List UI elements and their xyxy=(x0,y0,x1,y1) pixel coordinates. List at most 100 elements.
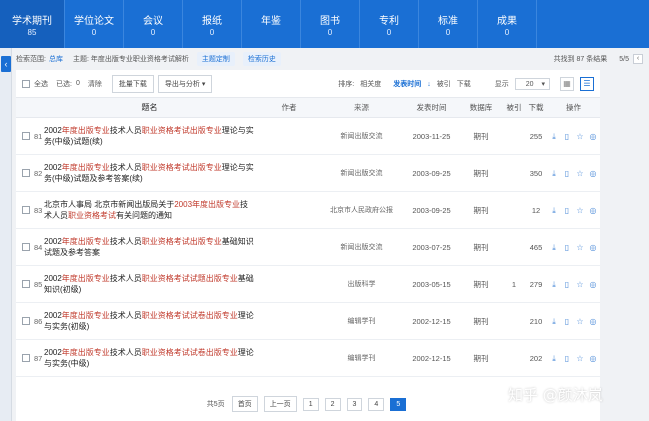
scope-value[interactable]: 总库 xyxy=(49,54,63,64)
read-icon[interactable]: ▯ xyxy=(563,206,572,215)
nav-tab-label: 成果 xyxy=(497,16,517,27)
sort-cite[interactable]: 被引 xyxy=(437,79,451,89)
chevron-left-icon[interactable]: ‹ xyxy=(633,54,643,64)
top-category-nav: 学术期刊 85 学位论文 0 会议 0 报纸 0 年鉴 图书 0 专利 0 标准… xyxy=(0,0,649,48)
nav-tab-journals[interactable]: 学术期刊 85 xyxy=(0,0,65,48)
title-part: 北京市人事局 北京市新闻出版局关于 xyxy=(44,200,175,209)
read-icon[interactable]: ▯ xyxy=(563,132,572,141)
first-page-button[interactable]: 首页 xyxy=(231,396,258,412)
row-title-link[interactable]: 2002年度出版专业技术人员职业资格考试出版专业基础知识试题及参考答案 xyxy=(44,236,259,258)
quote-icon[interactable]: ◎ xyxy=(589,280,598,289)
topic-custom-button[interactable]: 主题定制 xyxy=(196,52,235,66)
nav-tab-yearbooks[interactable]: 年鉴 xyxy=(242,0,301,48)
clear-button[interactable]: 清除 xyxy=(88,79,102,89)
export-analysis-button[interactable]: 导出与分析 ▾ xyxy=(157,74,213,93)
read-icon[interactable]: ▯ xyxy=(563,280,572,289)
page-3-button[interactable]: 3 xyxy=(346,397,363,411)
row-title-link[interactable]: 2002年度出版专业技术人员职业资格考试出版专业理论与实务(中级)试题(续) xyxy=(44,125,259,147)
row-checkbox[interactable] xyxy=(22,280,30,288)
row-checkbox[interactable] xyxy=(22,132,30,140)
quote-icon[interactable]: ◎ xyxy=(589,354,598,363)
row-source[interactable]: 北京市人民政府公报 xyxy=(319,205,404,215)
star-icon[interactable]: ☆ xyxy=(576,354,585,363)
row-checkbox[interactable] xyxy=(22,317,30,325)
row-title-link[interactable]: 2002年度出版专业技术人员职业资格考试试题出版专业基础知识(初级) xyxy=(44,273,259,295)
read-icon[interactable]: ▯ xyxy=(563,317,572,326)
nav-tab-newspapers[interactable]: 报纸 0 xyxy=(183,0,242,48)
row-checkbox[interactable] xyxy=(22,354,30,362)
row-cite[interactable]: 1 xyxy=(503,280,525,289)
page-4-button[interactable]: 4 xyxy=(368,397,385,411)
page-1-button[interactable]: 1 xyxy=(302,397,319,411)
read-icon[interactable]: ▯ xyxy=(563,169,572,178)
quote-icon[interactable]: ◎ xyxy=(589,317,598,326)
table-row: 85 2002年度出版专业技术人员职业资格考试试题出版专业基础知识(初级) 出版科学… xyxy=(16,266,600,303)
quote-icon[interactable]: ◎ xyxy=(589,206,598,215)
list-view-icon[interactable]: ☰ xyxy=(580,76,594,91)
star-icon[interactable]: ☆ xyxy=(576,206,585,215)
row-date: 2003-11-25 xyxy=(412,131,451,141)
row-checkbox[interactable] xyxy=(22,169,30,177)
download-icon[interactable]: ⤓ xyxy=(550,317,559,326)
row-source[interactable]: 编辑学刊 xyxy=(319,316,404,326)
download-icon[interactable]: ⤓ xyxy=(550,132,559,141)
quote-icon[interactable]: ◎ xyxy=(589,169,598,178)
read-icon[interactable]: ▯ xyxy=(563,354,572,363)
prev-page-button[interactable]: 上一页 xyxy=(263,396,297,412)
row-db: 期刊 xyxy=(473,279,489,289)
star-icon[interactable]: ☆ xyxy=(576,317,585,326)
sort-date[interactable]: 发表时间 ↓ xyxy=(387,79,431,89)
page-2-button[interactable]: 2 xyxy=(324,397,341,411)
chevron-down-icon: ▾ xyxy=(541,80,545,88)
quote-icon[interactable]: ◎ xyxy=(589,132,598,141)
sort-download[interactable]: 下载 xyxy=(457,79,471,89)
row-checkbox[interactable] xyxy=(22,243,30,251)
batch-download-button[interactable]: 批量下载 xyxy=(111,74,154,93)
row-title-link[interactable]: 2002年度出版专业技术人员职业资格考试出版专业理论与实务(中级)试题及参考答案… xyxy=(44,162,259,184)
grid-view-icon[interactable]: ▦ xyxy=(560,76,574,91)
search-scope-bar: 检索范围: 总库 主题: 年度出版专业职业资格考试解析 主题定制 检索历史 共找… xyxy=(16,50,643,68)
chevron-left-icon[interactable]: ‹ xyxy=(1,56,11,72)
page-5-button[interactable]: 5 xyxy=(390,397,407,411)
quote-icon[interactable]: ◎ xyxy=(589,243,598,252)
export-analysis-label: 导出与分析 xyxy=(164,80,200,88)
row-title-link[interactable]: 2002年度出版专业技术人员职业资格考试试卷出版专业理论与实务(初级) xyxy=(44,310,259,332)
row-source[interactable]: 出版科学 xyxy=(319,279,404,289)
nav-tab-books[interactable]: 图书 0 xyxy=(301,0,360,48)
star-icon[interactable]: ☆ xyxy=(576,243,585,252)
page-size-select[interactable]: 20 ▾ xyxy=(514,77,550,90)
download-icon[interactable]: ⤓ xyxy=(550,280,559,289)
row-download-count: 210 xyxy=(529,316,543,326)
star-icon[interactable]: ☆ xyxy=(576,280,585,289)
nav-tab-achievements[interactable]: 成果 0 xyxy=(478,0,537,48)
row-source[interactable]: 编辑学刊 xyxy=(319,353,404,363)
nav-tab-patents[interactable]: 专利 0 xyxy=(360,0,419,48)
nav-tab-theses[interactable]: 学位论文 0 xyxy=(65,0,124,48)
read-icon[interactable]: ▯ xyxy=(563,243,572,252)
row-title-link[interactable]: 北京市人事局 北京市新闻出版局关于2003年度出版专业技术人员职业资格考试有关问… xyxy=(44,199,259,221)
nav-tab-standards[interactable]: 标准 0 xyxy=(419,0,478,48)
row-download-count: 12 xyxy=(531,205,541,215)
nav-tab-conferences[interactable]: 会议 0 xyxy=(124,0,183,48)
row-title-link[interactable]: 2002年度出版专业技术人员职业资格考试试卷出版专业理论与实务(中级) xyxy=(44,347,259,369)
selected-label: 已选: xyxy=(56,80,72,88)
row-source[interactable]: 新闻出版交流 xyxy=(319,242,404,252)
row-download-count: 350 xyxy=(529,168,543,178)
result-total: 共找到 87 条结果 xyxy=(553,56,608,63)
star-icon[interactable]: ☆ xyxy=(576,132,585,141)
total-pages: 共5页 xyxy=(206,401,225,408)
download-icon[interactable]: ⤓ xyxy=(550,206,559,215)
row-checkbox[interactable] xyxy=(22,206,30,214)
star-icon[interactable]: ☆ xyxy=(576,169,585,178)
row-source[interactable]: 新闻出版交流 xyxy=(319,168,404,178)
download-icon[interactable]: ⤓ xyxy=(550,169,559,178)
select-all-checkbox[interactable] xyxy=(22,79,30,88)
nav-tab-label: 图书 xyxy=(320,16,340,27)
download-icon[interactable]: ⤓ xyxy=(550,243,559,252)
right-gutter xyxy=(600,70,649,421)
download-icon[interactable]: ⤓ xyxy=(550,354,559,363)
search-history-button[interactable]: 检索历史 xyxy=(242,52,281,66)
nav-tab-label: 标准 xyxy=(438,16,458,27)
sort-relevance[interactable]: 相关度 xyxy=(360,79,381,89)
row-source[interactable]: 新闻出版交流 xyxy=(319,131,404,141)
